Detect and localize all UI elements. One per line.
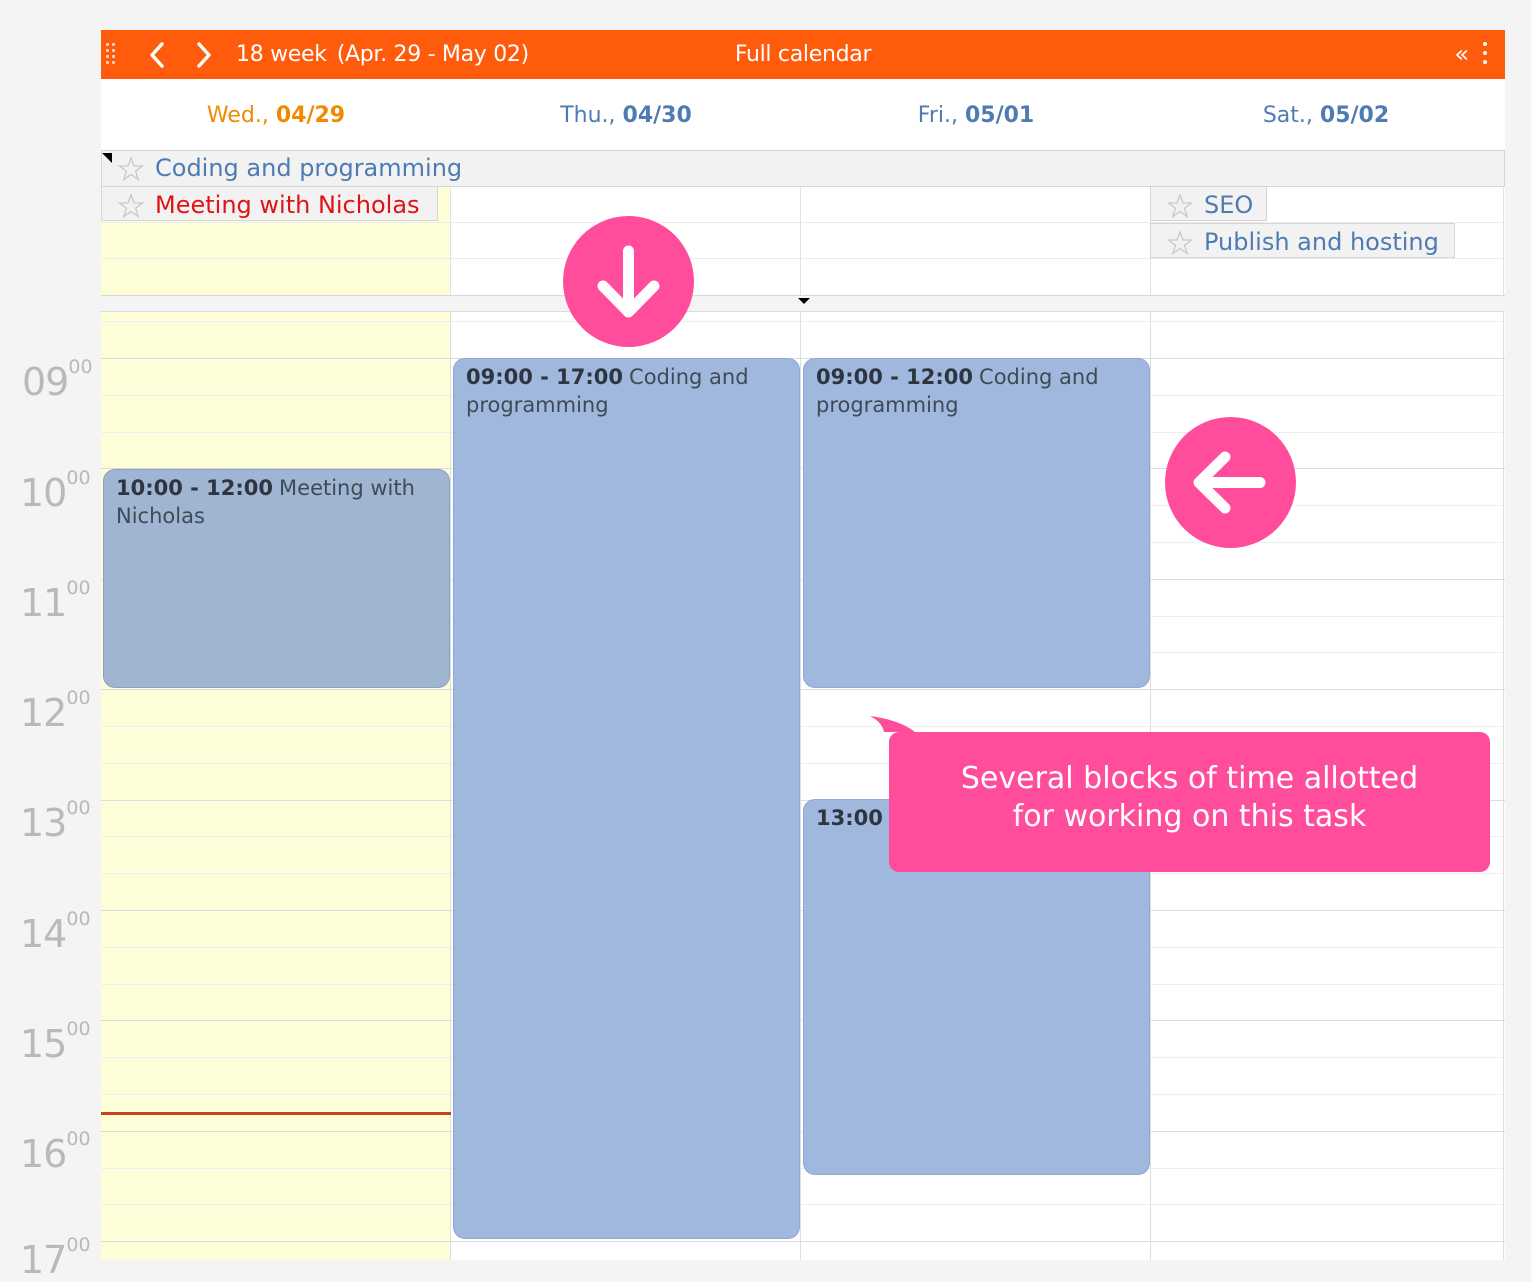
all-day-task-meeting[interactable]: Meeting with Nicholas bbox=[101, 186, 438, 221]
day-header-wed[interactable]: Wed., 04/29 bbox=[101, 103, 451, 128]
all-day-section: Coding and programming Meeting with Nich… bbox=[101, 150, 1505, 304]
current-time-indicator bbox=[101, 1112, 451, 1115]
day-date: 05/01 bbox=[964, 103, 1035, 128]
calendar-toolbar: 18 week (Apr. 29 - May 02) Full calendar … bbox=[101, 30, 1505, 79]
hour-gridline bbox=[101, 689, 1505, 690]
annotation-callout: Several blocks of time allotted for work… bbox=[870, 716, 1490, 872]
today-column-highlight bbox=[101, 312, 450, 1260]
hour-gridline bbox=[101, 358, 1505, 359]
callout-line: Several blocks of time allotted bbox=[960, 761, 1419, 796]
star-icon[interactable] bbox=[118, 193, 144, 219]
previous-week-button[interactable] bbox=[144, 40, 170, 70]
all-day-span-task[interactable]: Coding and programming bbox=[101, 150, 1505, 187]
day-name: Sat., bbox=[1262, 103, 1313, 128]
hour-gridline bbox=[101, 1241, 1505, 1242]
callout-line: for working on this task bbox=[1012, 799, 1367, 834]
all-day-task-seo[interactable]: SEO bbox=[1150, 186, 1267, 221]
day-header-fri[interactable]: Fri., 05/01 bbox=[801, 103, 1151, 128]
collapse-icon[interactable]: « bbox=[1454, 39, 1469, 69]
event-coding-friday-morning[interactable]: 09:00 - 12:00 Coding and programming bbox=[803, 358, 1150, 688]
event-meeting-with-nicholas[interactable]: 10:00 - 12:00 Meeting with Nicholas bbox=[103, 469, 450, 688]
drag-handle-icon[interactable] bbox=[106, 43, 120, 67]
down-arrow-annotation-icon bbox=[563, 216, 694, 347]
day-name: Fri., bbox=[917, 103, 958, 128]
expand-triangle-icon[interactable] bbox=[102, 153, 112, 163]
week-number-label: 18 week bbox=[236, 42, 327, 67]
callout-tail bbox=[870, 716, 915, 732]
event-coding-thursday[interactable]: 09:00 - 17:00 Coding and programming bbox=[453, 358, 800, 1239]
all-day-task-publish[interactable]: Publish and hosting bbox=[1150, 223, 1455, 258]
task-label: Meeting with Nicholas bbox=[155, 191, 420, 219]
star-icon[interactable] bbox=[1167, 230, 1193, 256]
more-menu-icon[interactable] bbox=[1481, 42, 1489, 68]
star-icon[interactable] bbox=[118, 156, 144, 182]
day-date: 04/30 bbox=[622, 103, 692, 128]
day-date: 05/02 bbox=[1319, 103, 1390, 128]
event-time: 09:00 - 17:00 bbox=[466, 365, 624, 389]
span-task-label: Coding and programming bbox=[155, 154, 463, 182]
day-date: 04/29 bbox=[275, 103, 346, 128]
subhour-gridline bbox=[101, 1168, 1505, 1169]
left-arrow-annotation-icon bbox=[1165, 417, 1296, 548]
all-day-resize-handle[interactable] bbox=[798, 298, 810, 304]
subhour-gridline bbox=[101, 726, 1505, 727]
next-week-button[interactable] bbox=[191, 40, 217, 70]
event-time: 10:00 - 12:00 bbox=[116, 476, 274, 500]
event-time: 13:00 - bbox=[816, 806, 899, 830]
callout-text: Several blocks of time allotted for work… bbox=[889, 760, 1490, 836]
event-time: 09:00 - 12:00 bbox=[816, 365, 974, 389]
task-label: SEO bbox=[1204, 191, 1254, 219]
day-header-sat[interactable]: Sat., 05/02 bbox=[1151, 103, 1501, 128]
day-header-row: Wed., 04/29 Thu., 04/30 Fri., 05/01 Sat.… bbox=[101, 79, 1505, 150]
chevron-left-icon bbox=[150, 42, 164, 68]
star-icon[interactable] bbox=[1167, 193, 1193, 219]
day-name: Wed., bbox=[206, 103, 269, 128]
chevron-right-icon bbox=[197, 42, 211, 68]
day-header-thu[interactable]: Thu., 04/30 bbox=[451, 103, 801, 128]
subhour-gridline bbox=[101, 1204, 1505, 1205]
week-range-title: 18 week (Apr. 29 - May 02) bbox=[236, 40, 529, 70]
task-label: Publish and hosting bbox=[1204, 228, 1439, 256]
subhour-gridline bbox=[101, 321, 1505, 322]
day-name: Thu., bbox=[560, 103, 616, 128]
week-date-range: (Apr. 29 - May 02) bbox=[336, 42, 529, 67]
